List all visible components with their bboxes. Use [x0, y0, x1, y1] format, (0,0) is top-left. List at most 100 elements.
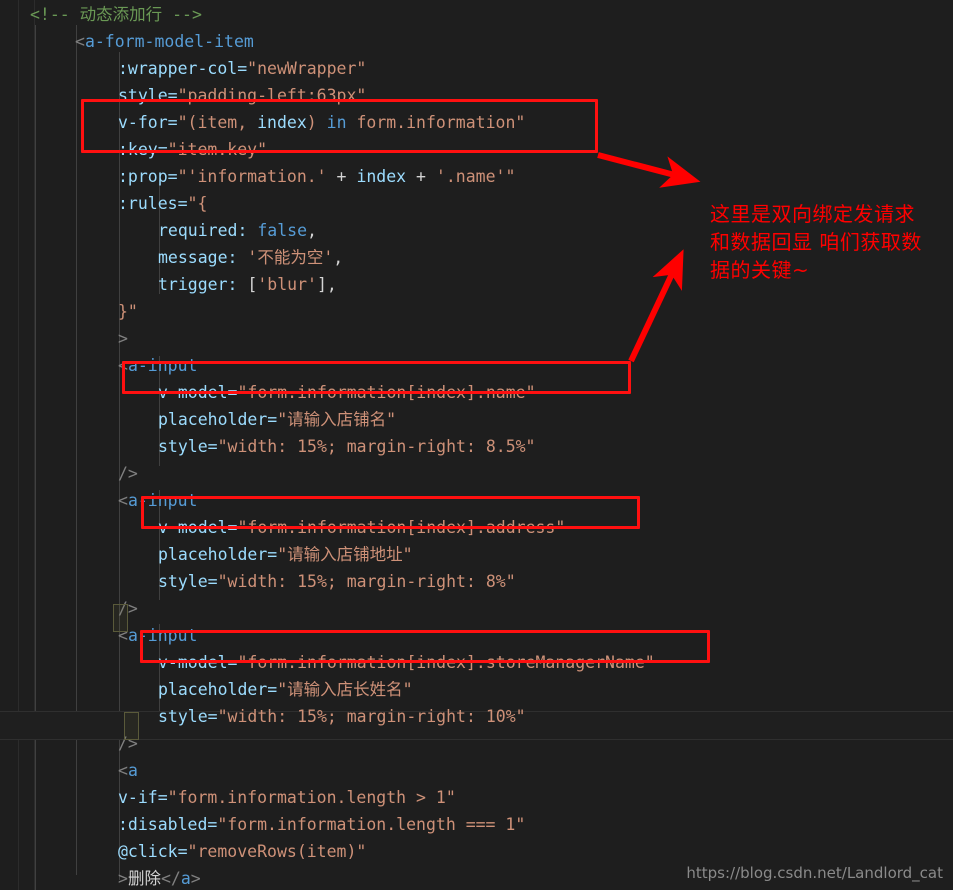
code-token: "width: 15%; margin-right: 8.5%" — [217, 437, 536, 456]
code-token: "(item, — [177, 113, 258, 132]
code-token: :prop= — [118, 167, 178, 186]
code-token: </ — [160, 869, 181, 888]
annotation-note-text: 这里是双向绑定发请求 和数据回显 咱们获取数 据的关键~ — [710, 200, 922, 284]
code-line[interactable]: v-for="(item, index) in form.information… — [0, 109, 525, 136]
code-token: index — [356, 167, 407, 186]
code-token: /> — [118, 464, 138, 483]
code-token: v-if= — [118, 788, 168, 807]
annotation-note-line: 和数据回显 咱们获取数 — [710, 230, 922, 254]
code-token: v-for= — [118, 113, 178, 132]
code-line[interactable]: /> — [0, 730, 138, 757]
code-token: style= — [118, 86, 178, 105]
code-token: placeholder= — [158, 545, 278, 564]
code-line[interactable]: placeholder="请输入店铺地址" — [0, 541, 413, 568]
code-token: v-model= — [158, 518, 238, 537]
code-line[interactable]: style="width: 15%; margin-right: 8.5%" — [0, 433, 536, 460]
code-line[interactable]: > — [0, 325, 128, 352]
code-token: v-model= — [158, 383, 238, 402]
code-token: :wrapper-col= — [118, 59, 248, 78]
annotation-note-line: 这里是双向绑定发请求 — [710, 202, 915, 226]
code-text-layer[interactable]: <!-- 动态添加行 --> <a-form-model-item:wrapper… — [0, 0, 953, 890]
code-token: "请输入店铺地址" — [277, 545, 413, 564]
code-line[interactable]: style="width: 15%; margin-right: 10%" — [0, 703, 526, 730]
code-token: /> — [118, 734, 138, 753]
code-line[interactable]: message: '不能为空', — [0, 244, 343, 271]
code-token: "form.information[index].address" — [237, 518, 566, 537]
code-token: '.name' — [435, 167, 506, 186]
code-token: 'blur' — [257, 275, 317, 294]
code-token: > — [190, 869, 201, 888]
code-token: "width: 15%; margin-right: 8%" — [217, 572, 516, 591]
code-line[interactable]: }" — [0, 298, 138, 325]
code-line[interactable]: @click="removeRows(item)" — [0, 838, 366, 865]
code-line[interactable]: >删除</a> — [0, 865, 201, 890]
code-line[interactable]: :disabled="form.information.length === 1… — [0, 811, 525, 838]
code-token: "item.key" — [167, 140, 268, 159]
code-line[interactable]: :rules="{ — [0, 190, 207, 217]
code-line[interactable]: v-model="form.information[index].address… — [0, 514, 565, 541]
code-line[interactable]: :key="item.key" — [0, 136, 267, 163]
code-token: }" — [118, 302, 138, 321]
code-token: message: — [158, 248, 248, 267]
code-token: > — [118, 329, 128, 348]
code-line[interactable]: /> — [0, 460, 138, 487]
code-line[interactable]: trigger: ['blur'], — [0, 271, 337, 298]
code-token: < — [118, 761, 128, 780]
code-token: + — [326, 167, 357, 186]
code-token: "removeRows(item)" — [187, 842, 367, 861]
code-token: a-input — [127, 491, 198, 510]
code-token: style= — [158, 707, 218, 726]
code-token: style= — [158, 437, 218, 456]
code-line[interactable]: <a-form-model-item — [0, 28, 254, 55]
code-token: 'information.' — [187, 167, 327, 186]
code-token: ) — [306, 113, 327, 132]
code-token: "请输入店长姓名" — [277, 680, 413, 699]
code-token: "{ — [187, 194, 208, 213]
code-token: ], — [316, 275, 337, 294]
code-token: <!-- 动态添加行 --> — [30, 5, 202, 24]
code-token: :key= — [118, 140, 168, 159]
code-line[interactable]: v-model="form.information[index].storeMa… — [0, 649, 655, 676]
code-line[interactable]: style="padding-left:63px" — [0, 82, 366, 109]
code-line[interactable]: required: false, — [0, 217, 317, 244]
code-line[interactable]: style="width: 15%; margin-right: 8%" — [0, 568, 516, 595]
code-token: "form.information.length === 1" — [217, 815, 526, 834]
code-token: a-input — [127, 356, 198, 375]
code-token: form.information" — [346, 113, 526, 132]
code-token: , — [307, 221, 317, 240]
code-token: > — [118, 869, 128, 888]
code-token: /> — [118, 599, 138, 618]
code-token: style= — [158, 572, 218, 591]
code-token: placeholder= — [158, 410, 278, 429]
code-token: " — [177, 167, 188, 186]
code-token: " — [505, 167, 516, 186]
code-line[interactable]: <!-- 动态添加行 --> — [0, 1, 202, 28]
code-token: < — [75, 32, 85, 51]
code-token: 删除 — [127, 869, 161, 888]
code-line[interactable]: placeholder="请输入店铺名" — [0, 406, 396, 433]
code-token: "请输入店铺名" — [277, 410, 397, 429]
code-line[interactable]: v-model="form.information[index].name" — [0, 379, 536, 406]
code-token: , — [333, 248, 344, 267]
code-line[interactable]: <a-input — [0, 622, 197, 649]
code-token: "form.information[index].storeManagerNam… — [237, 653, 655, 672]
code-token: a — [127, 761, 138, 780]
code-token: '不能为空' — [247, 248, 334, 267]
code-line[interactable]: placeholder="请输入店长姓名" — [0, 676, 413, 703]
code-line[interactable]: :wrapper-col="newWrapper" — [0, 55, 366, 82]
code-token: "form.information[index].name" — [237, 383, 536, 402]
code-token: "width: 15%; margin-right: 10%" — [217, 707, 526, 726]
code-token: "form.information.length > 1" — [167, 788, 456, 807]
code-line[interactable]: <a-input — [0, 352, 197, 379]
code-line[interactable]: <a-input — [0, 487, 197, 514]
code-line[interactable]: v-if="form.information.length > 1" — [0, 784, 456, 811]
code-token: "newWrapper" — [247, 59, 367, 78]
code-token: @click= — [118, 842, 188, 861]
code-line[interactable]: <a — [0, 757, 138, 784]
code-line[interactable]: :prop="'information.' + index + '.name'" — [0, 163, 515, 190]
code-token: < — [118, 491, 128, 510]
code-editor-screenshot: <!-- 动态添加行 --> <a-form-model-item:wrapper… — [0, 0, 953, 890]
code-line[interactable]: /> — [0, 595, 138, 622]
code-token: placeholder= — [158, 680, 278, 699]
watermark-url: https://blog.csdn.net/Landlord_cat — [686, 864, 943, 882]
